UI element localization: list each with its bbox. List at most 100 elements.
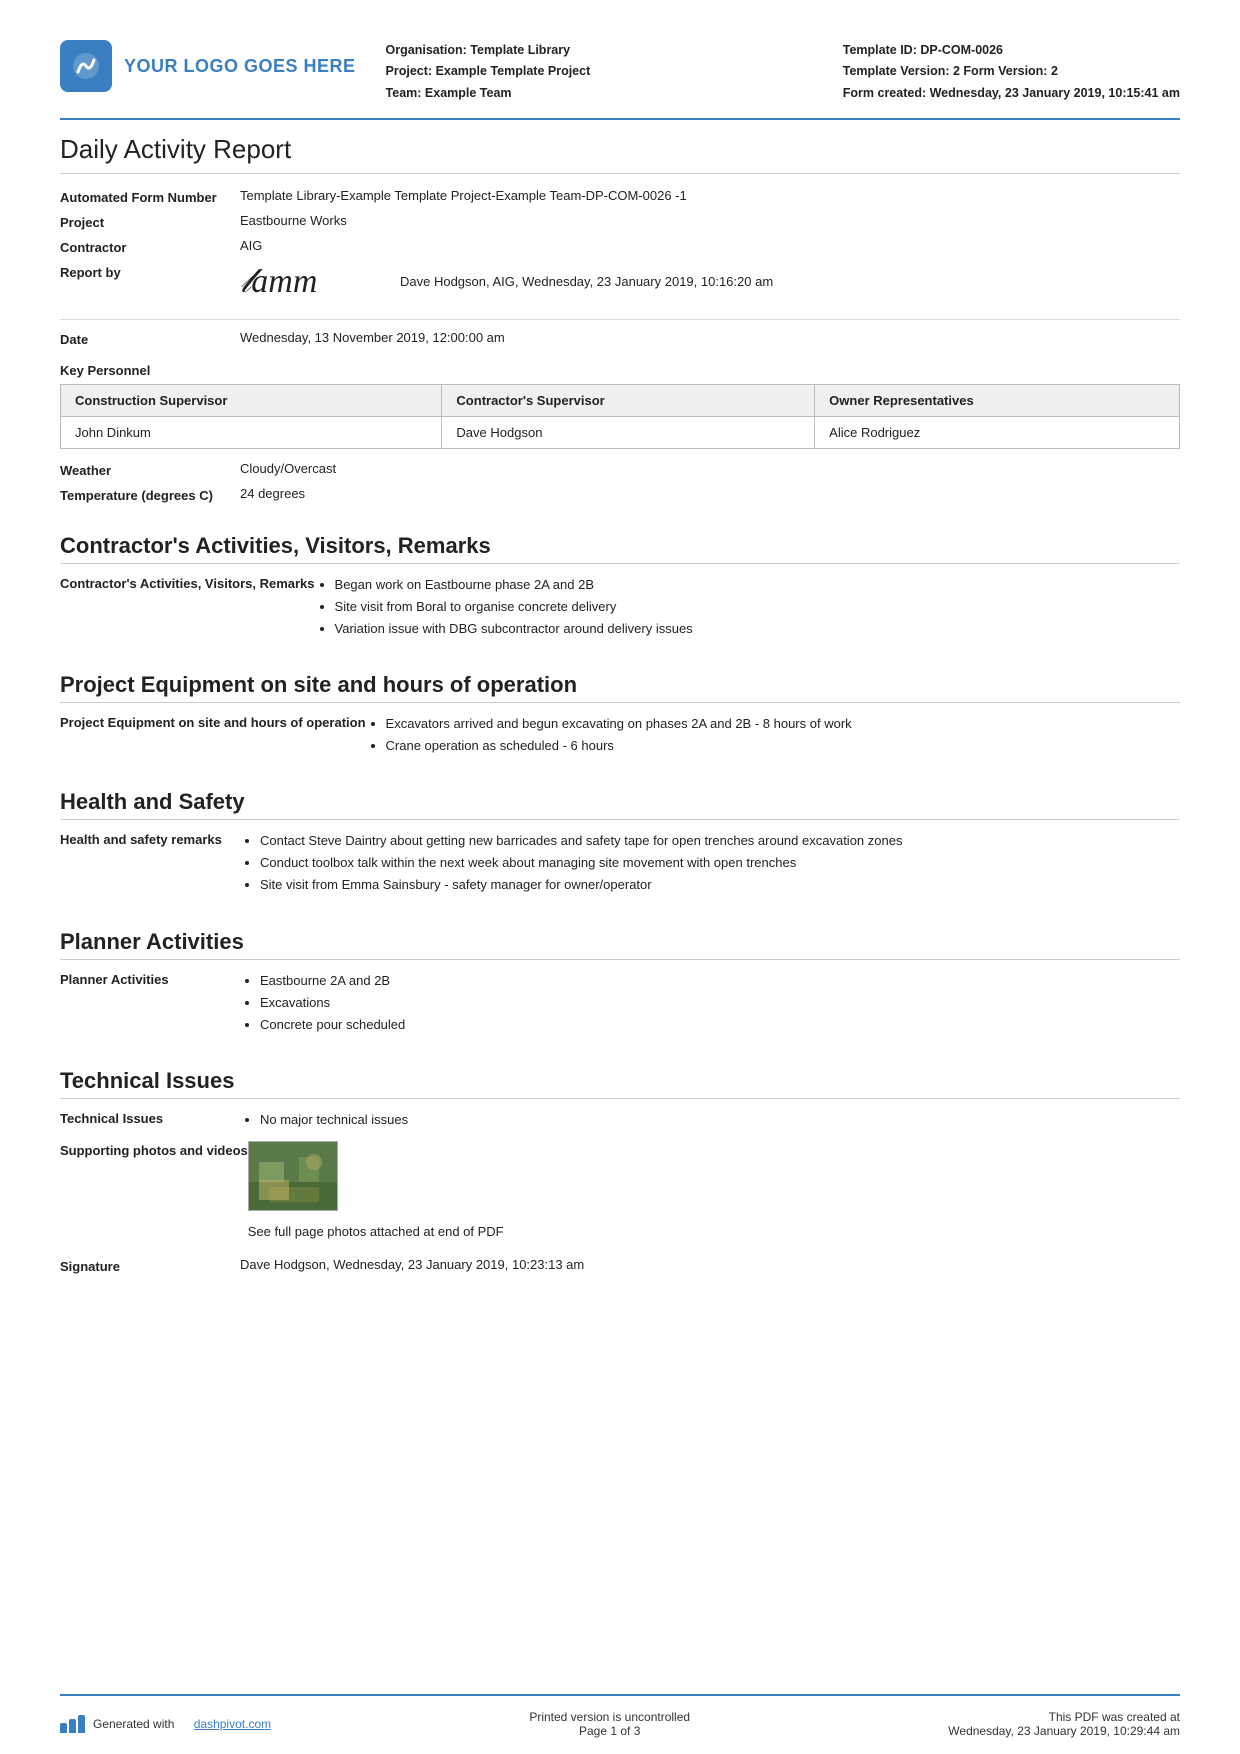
form-created-value: Wednesday, 23 January 2019, 10:15:41 am — [930, 86, 1180, 100]
form-created-label: Form created: — [843, 86, 926, 100]
bar-icon-2 — [69, 1719, 76, 1733]
project-equipment-row: Project Equipment on site and hours of o… — [60, 713, 1180, 757]
planner-activities-heading: Planner Activities — [60, 929, 1180, 960]
contractor-label: Contractor — [60, 238, 240, 255]
bar-icon-3 — [78, 1715, 85, 1733]
template-id-value: DP-COM-0026 — [920, 43, 1003, 57]
signature-value: Dave Hodgson, Wednesday, 23 January 2019… — [240, 1257, 1180, 1272]
divider — [60, 319, 1180, 320]
project-equipment-label: Project Equipment on site and hours of o… — [60, 713, 366, 730]
signature-row: Signature Dave Hodgson, Wednesday, 23 Ja… — [60, 1257, 1180, 1274]
photos-caption: See full page photos attached at end of … — [248, 1224, 1180, 1239]
logo-area: YOUR LOGO GOES HERE — [60, 40, 356, 92]
weather-label: Weather — [60, 461, 240, 478]
footer-right-text: This PDF was created at — [948, 1710, 1180, 1724]
footer-center: Printed version is uncontrolled Page 1 o… — [529, 1710, 690, 1738]
technical-issues-heading: Technical Issues — [60, 1068, 1180, 1099]
signature-image: 𝓁amm — [240, 263, 380, 301]
signature-label: Signature — [60, 1257, 240, 1274]
footer-generated-text: Generated with — [93, 1717, 174, 1731]
col-owner-representatives: Owner Representatives — [815, 384, 1180, 416]
weather-value: Cloudy/Overcast — [240, 461, 1180, 476]
header-right: Template ID: DP-COM-0026 Template Versio… — [843, 40, 1180, 104]
technical-issues-label: Technical Issues — [60, 1109, 240, 1126]
footer-uncontrolled: Printed version is uncontrolled — [529, 1710, 690, 1724]
logo-text: YOUR LOGO GOES HERE — [124, 56, 356, 77]
cell-construction-supervisor: John Dinkum — [61, 416, 442, 448]
bar-icon-1 — [60, 1723, 67, 1733]
cell-contractors-supervisor: Dave Hodgson — [442, 416, 815, 448]
personnel-table: Construction Supervisor Contractor's Sup… — [60, 384, 1180, 449]
footer-right: This PDF was created at Wednesday, 23 Ja… — [948, 1710, 1180, 1738]
project-label: Project: — [386, 64, 433, 78]
key-personnel-label: Key Personnel — [60, 363, 1180, 378]
photos-value: See full page photos attached at end of … — [248, 1141, 1180, 1239]
contractors-activities-heading: Contractor's Activities, Visitors, Remar… — [60, 533, 1180, 564]
project-field-label: Project — [60, 213, 240, 230]
cell-owner-representatives: Alice Rodriguez — [815, 416, 1180, 448]
planner-activities-label: Planner Activities — [60, 970, 240, 987]
list-item: Variation issue with DBG subcontractor a… — [335, 618, 1180, 640]
contractor-value: AIG — [240, 238, 1180, 253]
contractor-row: Contractor AIG — [60, 238, 1180, 255]
list-item: Contact Steve Daintry about getting new … — [260, 830, 1180, 852]
report-by-value: 𝓁amm Dave Hodgson, AIG, Wednesday, 23 Ja… — [240, 263, 1180, 301]
list-item: Began work on Eastbourne phase 2A and 2B — [335, 574, 1180, 596]
photos-row: Supporting photos and videos See full pa… — [60, 1141, 1180, 1239]
form-number-label: Automated Form Number — [60, 188, 240, 205]
team-label: Team: — [386, 86, 422, 100]
list-item: Eastbourne 2A and 2B — [260, 970, 1180, 992]
project-row: Project Eastbourne Works — [60, 213, 1180, 230]
template-id-label: Template ID: — [843, 43, 917, 57]
list-item: No major technical issues — [260, 1109, 1180, 1131]
project-equipment-heading: Project Equipment on site and hours of o… — [60, 672, 1180, 703]
header-meta: Organisation: Template Library Project: … — [356, 40, 843, 104]
list-item: Site visit from Emma Sainsbury - safety … — [260, 874, 1180, 896]
health-safety-label: Health and safety remarks — [60, 830, 240, 847]
contractors-activities-list: Began work on Eastbourne phase 2A and 2B… — [315, 574, 1180, 640]
table-row: John Dinkum Dave Hodgson Alice Rodriguez — [61, 416, 1180, 448]
list-item: Excavations — [260, 992, 1180, 1014]
technical-issues-row: Technical Issues No major technical issu… — [60, 1109, 1180, 1131]
weather-row: Weather Cloudy/Overcast — [60, 461, 1180, 478]
footer-left: Generated with dashpivot.com — [60, 1715, 271, 1733]
footer-link[interactable]: dashpivot.com — [194, 1717, 271, 1731]
report-by-label: Report by — [60, 263, 240, 280]
page-footer: Generated with dashpivot.com Printed ver… — [60, 1694, 1180, 1754]
form-number-row: Automated Form Number Template Library-E… — [60, 188, 1180, 205]
list-item: Concrete pour scheduled — [260, 1014, 1180, 1036]
temperature-row: Temperature (degrees C) 24 degrees — [60, 486, 1180, 503]
list-item: Conduct toolbox talk within the next wee… — [260, 852, 1180, 874]
photo-thumbnail — [248, 1141, 338, 1211]
date-row: Date Wednesday, 13 November 2019, 12:00:… — [60, 330, 1180, 347]
temperature-label: Temperature (degrees C) — [60, 486, 240, 503]
logo-icon — [60, 40, 112, 92]
list-item: Excavators arrived and begun excavating … — [386, 713, 1180, 735]
date-label: Date — [60, 330, 240, 347]
health-safety-list: Contact Steve Daintry about getting new … — [240, 830, 1180, 896]
footer-logo-icon — [60, 1715, 85, 1733]
list-item: Crane operation as scheduled - 6 hours — [386, 735, 1180, 757]
signature-area: 𝓁amm Dave Hodgson, AIG, Wednesday, 23 Ja… — [240, 263, 1180, 301]
org-value: Template Library — [470, 43, 570, 57]
project-equipment-list: Excavators arrived and begun excavating … — [366, 713, 1180, 757]
project-value: Example Template Project — [436, 64, 591, 78]
health-safety-heading: Health and Safety — [60, 789, 1180, 820]
page-header: YOUR LOGO GOES HERE Organisation: Templa… — [60, 40, 1180, 120]
contractors-activities-label: Contractor's Activities, Visitors, Remar… — [60, 574, 315, 591]
template-version-label: Template Version: — [843, 64, 950, 78]
report-by-text: Dave Hodgson, AIG, Wednesday, 23 January… — [400, 274, 773, 289]
technical-issues-list: No major technical issues — [240, 1109, 1180, 1131]
date-value: Wednesday, 13 November 2019, 12:00:00 am — [240, 330, 1180, 345]
report-by-row: Report by 𝓁amm Dave Hodgson, AIG, Wednes… — [60, 263, 1180, 301]
org-label: Organisation: — [386, 43, 467, 57]
col-construction-supervisor: Construction Supervisor — [61, 384, 442, 416]
report-title: Daily Activity Report — [60, 134, 1180, 174]
photos-label: Supporting photos and videos — [60, 1141, 248, 1158]
planner-activities-list: Eastbourne 2A and 2B Excavations Concret… — [240, 970, 1180, 1036]
health-safety-row: Health and safety remarks Contact Steve … — [60, 830, 1180, 896]
team-value: Example Team — [425, 86, 512, 100]
temperature-value: 24 degrees — [240, 486, 1180, 501]
footer-right-date: Wednesday, 23 January 2019, 10:29:44 am — [948, 1724, 1180, 1738]
contractors-activities-row: Contractor's Activities, Visitors, Remar… — [60, 574, 1180, 640]
